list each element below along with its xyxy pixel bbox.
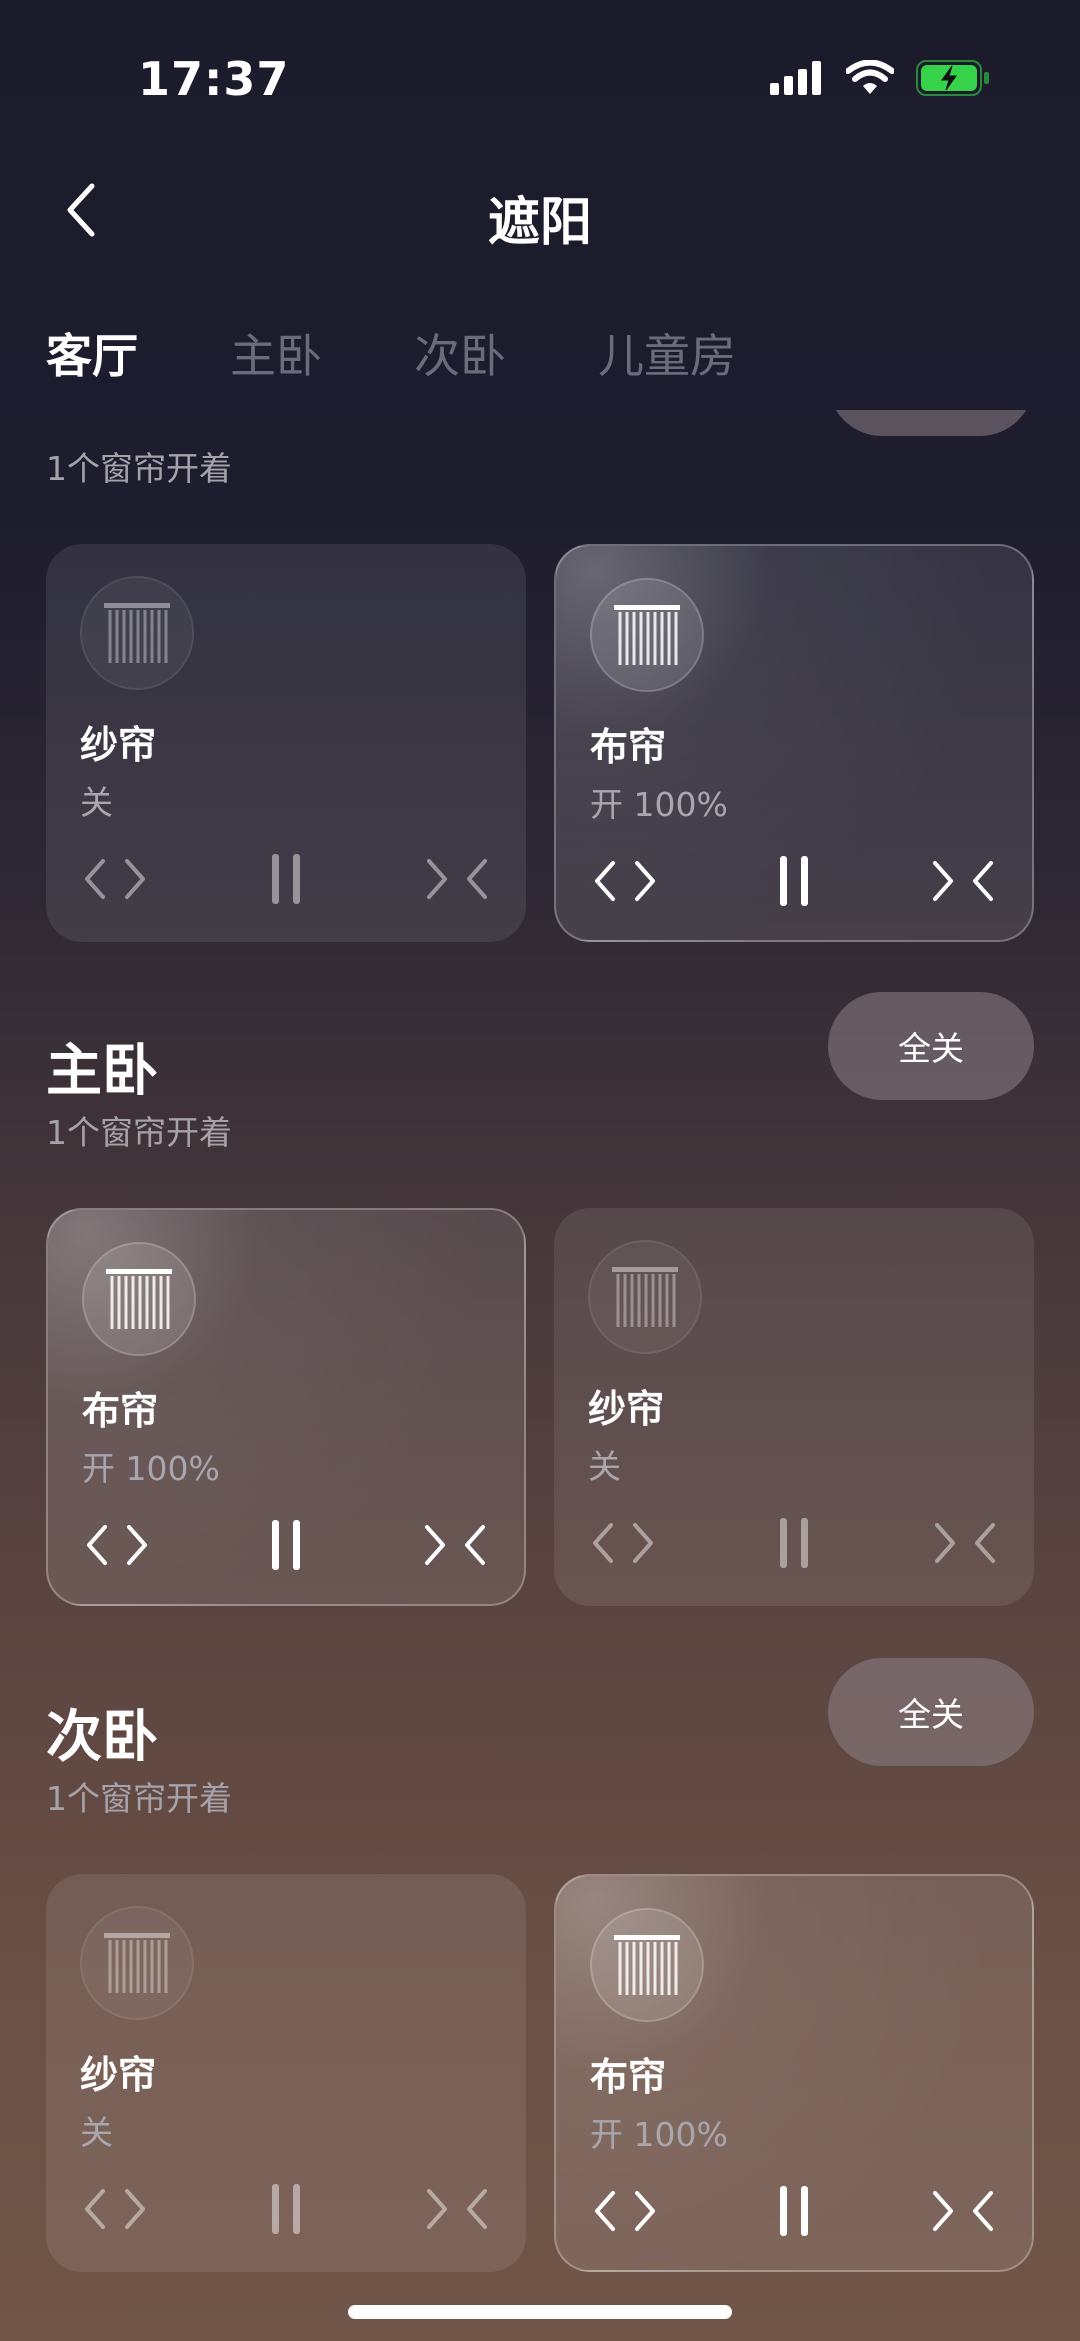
curtain-name: 布帘 [590, 2055, 667, 2099]
pause-icon [272, 854, 300, 904]
close-button[interactable] [422, 2179, 492, 2239]
close-arrows-icon [427, 859, 487, 899]
curtain-name: 纱帘 [80, 2053, 157, 2097]
tab-kids-room[interactable]: 儿童房 [598, 320, 736, 386]
pause-button[interactable] [251, 2179, 321, 2239]
curtain-controls [590, 851, 998, 911]
curtain-card[interactable]: 布帘 开 100% [554, 544, 1034, 942]
header: 遮阳 [0, 160, 1080, 260]
all-off-button[interactable]: 全关 [828, 1658, 1034, 1766]
close-button[interactable] [928, 851, 998, 911]
close-arrows-icon [933, 861, 993, 901]
close-button[interactable] [422, 849, 492, 909]
curtain-controls [80, 2179, 492, 2239]
curtain-icon [80, 576, 194, 690]
section-title: 主卧 [46, 1039, 158, 1104]
pause-icon [272, 2184, 300, 2234]
pause-icon [780, 1518, 808, 1568]
status-icons [770, 60, 990, 96]
open-arrows-icon [85, 859, 145, 899]
curtain-name: 纱帘 [588, 1387, 665, 1431]
curtain-controls [590, 2181, 998, 2241]
open-arrows-icon [593, 1523, 653, 1563]
curtain-card[interactable]: 纱帘 关 [46, 544, 526, 942]
open-button[interactable] [80, 849, 150, 909]
curtain-card[interactable]: 纱帘 关 [554, 1208, 1034, 1606]
all-off-button[interactable]: 全关 [828, 992, 1034, 1100]
curtain-status: 关 [588, 1447, 621, 1486]
open-arrows-icon [595, 2191, 655, 2231]
curtain-status: 关 [80, 783, 113, 822]
pause-button[interactable] [759, 2181, 829, 2241]
curtain-name: 布帘 [590, 725, 667, 769]
curtain-status: 开 100% [590, 2115, 728, 2154]
all-off-button[interactable]: 全关 [828, 410, 1034, 436]
curtain-card[interactable]: 布帘 开 100% [554, 1874, 1034, 2272]
curtain-controls [82, 1515, 490, 1575]
curtain-status: 开 100% [590, 785, 728, 824]
close-arrows-icon [427, 2189, 487, 2229]
sections-scroll[interactable]: 客厅 1个窗帘开着 全关 纱帘 关 布帘 开 100% [0, 410, 1080, 2341]
tab-living-room[interactable]: 客厅 [46, 320, 138, 386]
open-arrows-icon [87, 1525, 147, 1565]
pause-button[interactable] [759, 1513, 829, 1573]
status-bar: 17:37 [0, 0, 1080, 160]
section-subtitle: 1个窗帘开着 [46, 1113, 232, 1152]
curtain-controls [588, 1513, 1000, 1573]
close-button[interactable] [928, 2181, 998, 2241]
curtain-card[interactable]: 纱帘 关 [46, 1874, 526, 2272]
open-button[interactable] [82, 1515, 152, 1575]
curtain-card[interactable]: 布帘 开 100% [46, 1208, 526, 1606]
curtain-icon [82, 1242, 196, 1356]
open-button[interactable] [590, 851, 660, 911]
curtain-icon [590, 1908, 704, 2022]
page-title: 遮阳 [487, 193, 592, 253]
home-indicator[interactable] [348, 2305, 732, 2319]
close-button[interactable] [420, 1515, 490, 1575]
pause-icon [272, 1520, 300, 1570]
curtain-icon [590, 578, 704, 692]
tab-master-bedroom[interactable]: 主卧 [230, 320, 322, 386]
pause-button[interactable] [251, 849, 321, 909]
curtain-controls [80, 849, 492, 909]
pause-icon [780, 2186, 808, 2236]
section-subtitle: 1个窗帘开着 [46, 1779, 232, 1818]
section-title: 次卧 [46, 1705, 158, 1770]
signal-icon [770, 61, 821, 95]
section-subtitle: 1个窗帘开着 [46, 449, 232, 488]
battery-charging-icon [916, 60, 989, 96]
tab-second-bedroom[interactable]: 次卧 [414, 320, 506, 386]
close-button[interactable] [930, 1513, 1000, 1573]
open-button[interactable] [590, 2181, 660, 2241]
curtain-icon [80, 1906, 194, 2020]
curtain-name: 布帘 [82, 1389, 159, 1433]
status-time: 17:37 [138, 52, 290, 106]
pause-button[interactable] [759, 851, 829, 911]
wifi-icon [846, 60, 894, 94]
room-tabs: 客厅 主卧 次卧 儿童房 [46, 320, 828, 386]
curtain-status: 关 [80, 2113, 113, 2152]
close-arrows-icon [425, 1525, 485, 1565]
open-arrows-icon [85, 2189, 145, 2229]
close-arrows-icon [935, 1523, 995, 1563]
curtain-name: 纱帘 [80, 723, 157, 767]
curtain-status: 开 100% [82, 1449, 220, 1488]
curtain-icon [588, 1240, 702, 1354]
close-arrows-icon [933, 2191, 993, 2231]
open-button[interactable] [80, 2179, 150, 2239]
open-button[interactable] [588, 1513, 658, 1573]
open-arrows-icon [595, 861, 655, 901]
pause-icon [780, 856, 808, 906]
pause-button[interactable] [251, 1515, 321, 1575]
